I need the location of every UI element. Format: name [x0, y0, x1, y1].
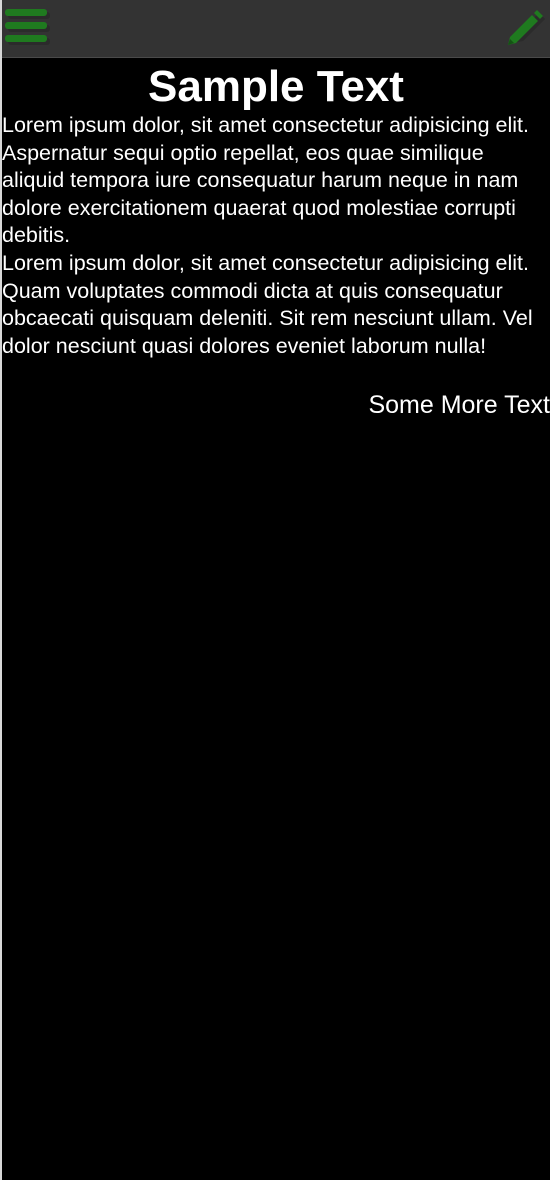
menu-button[interactable] [2, 0, 52, 58]
main-content: Sample Text Lorem ipsum dolor, sit amet … [2, 62, 550, 422]
hamburger-menu-icon [5, 9, 50, 45]
top-app-bar [2, 0, 550, 58]
edit-button[interactable] [500, 0, 550, 58]
paragraph-2: Lorem ipsum dolor, sit amet consectetur … [2, 250, 533, 358]
paragraph-1: Lorem ipsum dolor, sit amet consectetur … [2, 113, 529, 248]
more-text: Some More Text [368, 391, 550, 420]
pencil-icon [508, 10, 545, 45]
page-title: Sample Text [148, 62, 404, 111]
app-screen: Sample Text Lorem ipsum dolor, sit amet … [0, 0, 550, 1180]
